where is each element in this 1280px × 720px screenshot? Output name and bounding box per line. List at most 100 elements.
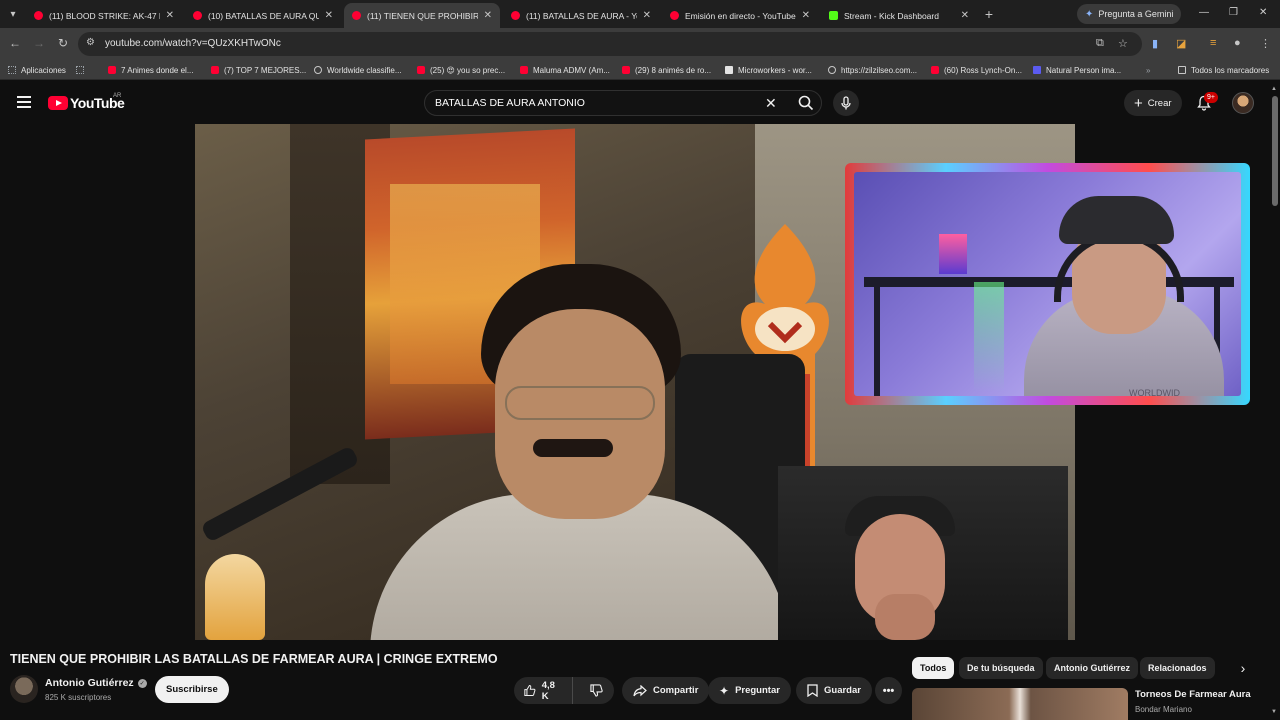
bookmark-item[interactable]: (60) Ross Lynch-On... — [931, 63, 1022, 77]
bookmark-item[interactable]: Natural Person ima... — [1033, 63, 1121, 77]
more-horiz-icon: ••• — [882, 684, 895, 697]
new-tab-button[interactable]: + — [980, 5, 998, 23]
close-icon[interactable]: ✕ — [802, 10, 810, 21]
subscriber-count: 825 K suscriptores — [45, 693, 112, 702]
bookmark-item[interactable]: Maluma ADMV (Am... — [520, 63, 610, 77]
plus-icon: + — [1134, 94, 1143, 112]
extension-icon[interactable]: ▮ — [1152, 37, 1158, 50]
search-input[interactable] — [435, 97, 755, 109]
youtube-icon — [511, 11, 520, 20]
subscribe-button[interactable]: Suscribirse — [155, 676, 229, 703]
globe-icon — [828, 66, 836, 74]
youtube-icon — [417, 66, 425, 74]
scroll-down-icon[interactable]: ▼ — [1271, 709, 1277, 715]
bookmark-item[interactable]: Worldwide classifie... — [314, 63, 402, 77]
extension-icon[interactable]: ≡ — [1210, 37, 1216, 49]
reload-icon[interactable]: ↻ — [55, 36, 71, 50]
browser-tab-active[interactable]: (11) TIENEN QUE PROHIBIR LAS ✕ — [344, 3, 500, 28]
account-avatar[interactable] — [1232, 92, 1254, 114]
voice-search-button[interactable] — [833, 90, 859, 116]
bookmark-item[interactable]: (25) 😍 you so prec... — [417, 63, 505, 77]
bookmark-label: Worldwide classifie... — [327, 65, 402, 75]
browser-tab[interactable]: (11) BLOOD STRIKE: AK-47 NUE ✕ — [26, 3, 182, 28]
bookmark-item[interactable]: Microworkers - wor... — [725, 63, 812, 77]
tab-title: (10) BATALLAS DE AURA QUE D — [208, 10, 319, 21]
forward-icon[interactable]: → — [31, 36, 47, 50]
webcam-green-light — [974, 282, 1004, 392]
chip-label: Todos — [920, 663, 947, 673]
profile-icon[interactable]: ● — [1234, 37, 1241, 49]
bookmark-item[interactable]: (29) 8 animés de ro... — [622, 63, 711, 77]
save-button[interactable]: Guardar — [796, 677, 872, 704]
channel-name: Antonio Gutiérrez — [45, 677, 134, 689]
dislike-button[interactable] — [579, 677, 614, 704]
more-vert-icon[interactable]: ⋮ — [1260, 37, 1271, 50]
close-icon[interactable]: ✕ — [166, 10, 174, 21]
webcam-collectible-box — [939, 234, 967, 274]
browser-tab[interactable]: (10) BATALLAS DE AURA QUE D ✕ — [185, 3, 341, 28]
create-button[interactable]: + Crear — [1124, 90, 1182, 116]
url-text[interactable]: youtube.com/watch?v=QUzXKHTwONc — [105, 38, 281, 49]
youtube-icon — [622, 66, 630, 74]
bookmark-label: Microworkers - wor... — [738, 65, 812, 75]
related-video-title[interactable]: Torneos De Farmear Aura — [1135, 689, 1251, 700]
close-icon[interactable]: ✕ — [325, 10, 333, 21]
browser-tab[interactable]: Emisión en directo - YouTube St ✕ — [662, 3, 818, 28]
save-label: Guardar — [824, 685, 861, 696]
browser-tab[interactable]: Stream - Kick Dashboard ✕ — [821, 3, 977, 28]
create-label: Crear — [1147, 97, 1172, 109]
bookmark-item[interactable] — [76, 63, 89, 77]
chip-de-tu-busqueda[interactable]: De tu búsqueda — [959, 657, 1043, 679]
address-bar[interactable]: ⚙ youtube.com/watch?v=QUzXKHTwONc ⧉ ☆ — [78, 32, 1142, 56]
gemini-label: Pregunta a Gemini — [1098, 9, 1174, 19]
video-frame-toy-figure — [205, 554, 265, 640]
more-actions-button[interactable]: ••• — [875, 677, 902, 704]
chevron-right-icon: › — [1240, 660, 1246, 676]
like-count: 4,8 K — [541, 679, 555, 702]
gemini-button[interactable]: ✦ Pregunta a Gemini — [1077, 4, 1182, 24]
youtube-icon — [352, 11, 361, 20]
youtube-icon — [931, 66, 939, 74]
like-button[interactable]: 4,8 K — [514, 677, 574, 704]
all-bookmarks-folder[interactable]: Todos los marcadores — [1178, 63, 1269, 77]
related-video-channel[interactable]: Bondar Mariano — [1135, 705, 1192, 714]
hamburger-menu-icon[interactable] — [17, 96, 31, 108]
close-window-icon[interactable]: ✕ — [1259, 7, 1267, 18]
extension-icon[interactable]: ◪ — [1176, 37, 1186, 50]
youtube-icon — [211, 66, 219, 74]
bookmark-label: (60) Ross Lynch-On... — [944, 65, 1022, 75]
minimize-icon[interactable]: — — [1199, 7, 1209, 18]
site-info-icon[interactable]: ⚙ — [86, 37, 95, 48]
bookmark-label: Todos los marcadores — [1191, 65, 1270, 75]
channel-avatar[interactable] — [10, 675, 38, 703]
ask-button[interactable]: ✦ Preguntar — [708, 677, 791, 704]
share-button[interactable]: Compartir — [622, 677, 710, 704]
hoodie-print-text: WORLDWID — [1129, 388, 1180, 396]
streamer-webcam-overlay: WORLDWID — [845, 163, 1250, 405]
bookmark-item[interactable]: 7 Animes donde el... — [108, 63, 194, 77]
chip-antonio-gutierrez[interactable]: Antonio Gutiérrez — [1046, 657, 1138, 679]
bookmarks-overflow-button[interactable]: » — [1146, 63, 1150, 77]
chip-relacionados[interactable]: Relacionados — [1140, 657, 1215, 679]
bookmark-item[interactable]: Aplicaciones — [8, 63, 66, 77]
bookmark-star-icon[interactable]: ☆ — [1118, 37, 1128, 50]
close-icon[interactable]: ✕ — [961, 10, 969, 21]
youtube-icon — [34, 11, 43, 20]
install-app-icon[interactable]: ⧉ — [1096, 37, 1104, 50]
close-icon[interactable]: ✕ — [643, 10, 651, 21]
search-button[interactable] — [789, 91, 823, 115]
tab-search-button[interactable]: ▾ — [4, 5, 22, 23]
back-icon[interactable]: ← — [7, 36, 23, 50]
chip-todos[interactable]: Todos — [912, 657, 955, 679]
scrollbar-thumb[interactable] — [1272, 96, 1278, 206]
browser-tab[interactable]: (11) BATALLAS DE AURA - YouTu ✕ — [503, 3, 659, 28]
restore-icon[interactable]: ❐ — [1229, 7, 1238, 18]
clear-search-icon[interactable]: ✕ — [765, 95, 777, 112]
bookmark-item[interactable]: https://zilzilseo.com... — [828, 63, 917, 77]
related-video-thumbnail[interactable] — [912, 688, 1128, 720]
bookmark-item[interactable]: (7) TOP 7 MEJORES... — [211, 63, 306, 77]
chips-next-button[interactable]: › — [1232, 657, 1254, 679]
scroll-up-icon[interactable]: ▲ — [1271, 86, 1277, 92]
channel-name-link[interactable]: Antonio Gutiérrez ✓ — [45, 677, 147, 689]
close-icon[interactable]: ✕ — [484, 10, 492, 21]
